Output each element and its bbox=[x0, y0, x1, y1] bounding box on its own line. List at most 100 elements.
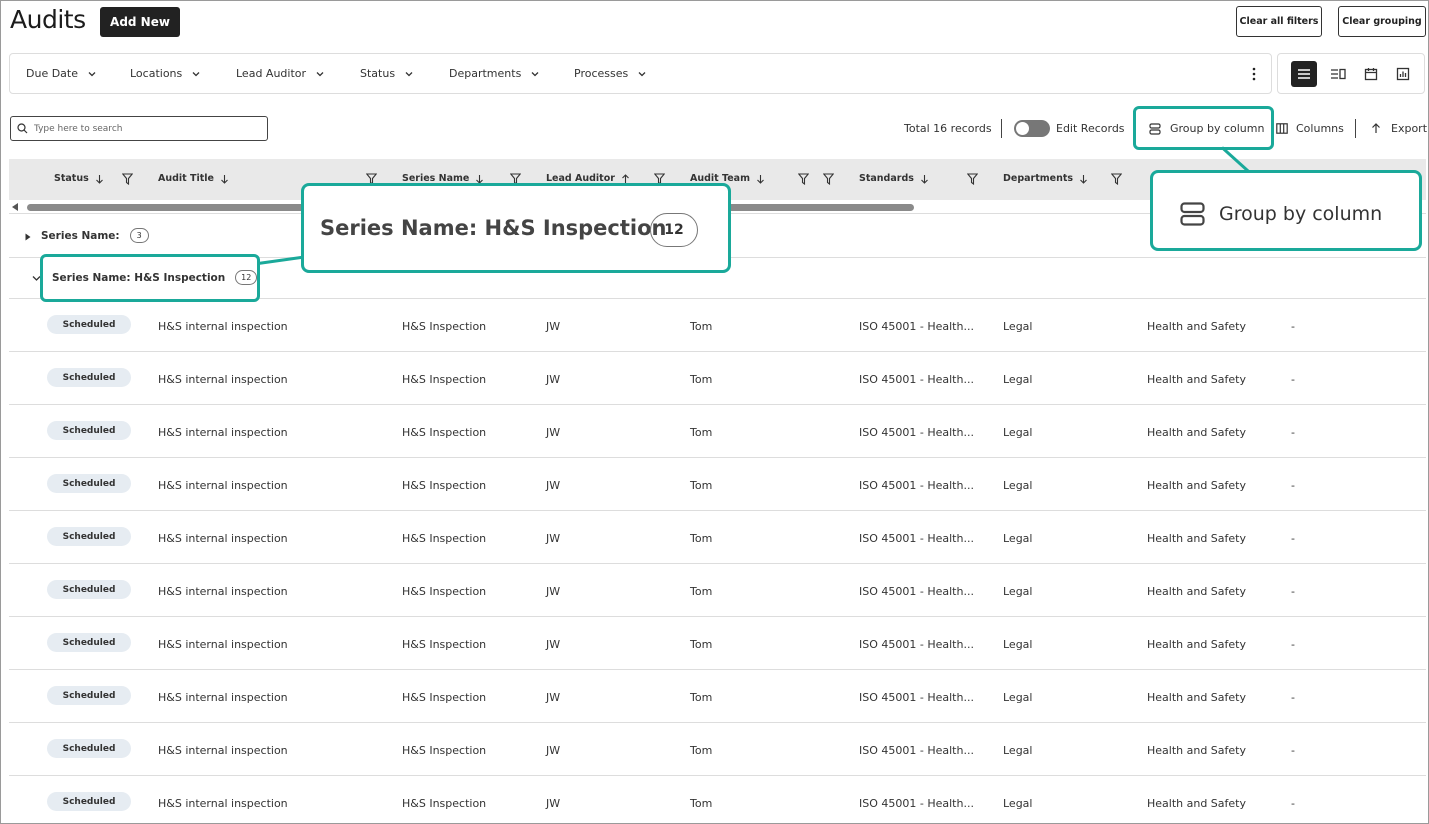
columns-icon[interactable] bbox=[1276, 123, 1288, 134]
status-badge: Scheduled bbox=[47, 686, 131, 705]
group-name: Series Name: H&S Inspection bbox=[52, 271, 226, 284]
table-row[interactable]: Scheduled H&S internal inspection H&S Insp… bbox=[9, 617, 1426, 670]
cell-processes: Health and Safety bbox=[1147, 638, 1246, 651]
cell-series-name: H&S Inspection bbox=[402, 320, 487, 333]
divider bbox=[1001, 119, 1002, 138]
column-header-standards[interactable]: Standards bbox=[859, 173, 929, 184]
list-view-button[interactable] bbox=[1291, 61, 1317, 87]
group-by-column-callout: Group by column bbox=[1150, 170, 1422, 251]
search-icon bbox=[17, 123, 28, 134]
cell-audit-title: H&S internal inspection bbox=[158, 532, 288, 545]
table-row[interactable]: Scheduled H&S internal inspection H&S Insp… bbox=[9, 405, 1426, 458]
report-view-button[interactable] bbox=[1390, 61, 1416, 87]
cell-processes: Health and Safety bbox=[1147, 532, 1246, 545]
table-row[interactable]: Scheduled H&S internal inspection H&S Insp… bbox=[9, 352, 1426, 405]
toggle-knob bbox=[1016, 122, 1029, 135]
cell-departments: Legal bbox=[1003, 479, 1033, 492]
filter-status[interactable]: Status bbox=[360, 67, 414, 80]
columns-button[interactable]: Columns bbox=[1296, 122, 1344, 135]
filter-icon[interactable] bbox=[823, 173, 834, 185]
cell-standards: ISO 45001 - Health... bbox=[859, 638, 974, 651]
filter-icon[interactable] bbox=[798, 173, 809, 185]
cell-departments: Legal bbox=[1003, 373, 1033, 386]
page-title: Audits bbox=[10, 5, 86, 34]
filter-due-date[interactable]: Due Date bbox=[26, 67, 97, 80]
filter-label: Lead Auditor bbox=[236, 67, 307, 80]
clear-grouping-button[interactable]: Clear grouping bbox=[1338, 6, 1426, 37]
status-badge: Scheduled bbox=[47, 315, 131, 334]
cell-lead-auditor: JW bbox=[546, 532, 561, 545]
table-row[interactable]: Scheduled H&S internal inspection H&S Insp… bbox=[9, 458, 1426, 511]
filter-icon[interactable] bbox=[122, 173, 133, 185]
export-button[interactable]: Export bbox=[1391, 122, 1427, 135]
cell-standards: ISO 45001 - Health... bbox=[859, 373, 974, 386]
cell-processes: Health and Safety bbox=[1147, 691, 1246, 704]
group-by-column-button[interactable]: Group by column bbox=[1133, 106, 1274, 150]
column-header-audit-title[interactable]: Audit Title bbox=[158, 173, 229, 184]
table-row[interactable]: Scheduled H&S internal inspection H&S Insp… bbox=[9, 723, 1426, 776]
callout-group-name: Series Name: H&S Inspection bbox=[320, 216, 667, 240]
group-count-badge: 12 bbox=[235, 270, 258, 285]
filter-icon[interactable] bbox=[1111, 173, 1122, 185]
cell-audit-title: H&S internal inspection bbox=[158, 797, 288, 810]
cell-extra: - bbox=[1291, 691, 1295, 704]
table-row[interactable]: Scheduled H&S internal inspection H&S Insp… bbox=[9, 670, 1426, 723]
cell-processes: Health and Safety bbox=[1147, 585, 1246, 598]
table-row[interactable]: Scheduled H&S internal inspection H&S Insp… bbox=[9, 564, 1426, 617]
sort-down-icon bbox=[1080, 174, 1087, 184]
cell-standards: ISO 45001 - Health... bbox=[859, 532, 974, 545]
column-header-departments[interactable]: Departments bbox=[1003, 173, 1088, 184]
search-input[interactable] bbox=[34, 123, 254, 134]
cell-series-name: H&S Inspection bbox=[402, 532, 487, 545]
filter-icon[interactable] bbox=[967, 173, 978, 185]
cell-audit-team: Tom bbox=[690, 479, 713, 492]
filter-processes[interactable]: Processes bbox=[574, 67, 647, 80]
add-new-button[interactable]: Add New bbox=[100, 7, 180, 37]
cell-extra: - bbox=[1291, 532, 1295, 545]
sort-down-icon bbox=[95, 174, 103, 184]
status-badge: Scheduled bbox=[47, 421, 131, 440]
edit-records-toggle[interactable] bbox=[1014, 120, 1050, 137]
more-options-icon[interactable] bbox=[1251, 66, 1257, 82]
cell-processes: Health and Safety bbox=[1147, 744, 1246, 757]
cell-extra: - bbox=[1291, 479, 1295, 492]
calendar-view-button[interactable] bbox=[1358, 61, 1384, 87]
cell-extra: - bbox=[1291, 320, 1295, 333]
cell-extra: - bbox=[1291, 585, 1295, 598]
filter-departments[interactable]: Departments bbox=[449, 67, 540, 80]
table-row[interactable]: Scheduled H&S internal inspection H&S Insp… bbox=[9, 299, 1426, 352]
filter-locations[interactable]: Locations bbox=[130, 67, 201, 80]
filter-lead-auditor[interactable]: Lead Auditor bbox=[236, 67, 325, 80]
table-row[interactable]: Scheduled H&S internal inspection H&S Insp… bbox=[9, 511, 1426, 564]
clear-all-filters-button[interactable]: Clear all filters bbox=[1236, 6, 1322, 37]
cell-departments: Legal bbox=[1003, 638, 1033, 651]
column-header-status[interactable]: Status bbox=[54, 173, 104, 184]
search-box bbox=[10, 116, 268, 141]
scroll-left-arrow-icon[interactable] bbox=[12, 203, 18, 211]
cell-standards: ISO 45001 - Health... bbox=[859, 320, 974, 333]
status-badge: Scheduled bbox=[47, 527, 131, 546]
cell-audit-team: Tom bbox=[690, 426, 713, 439]
total-records: Total 16 records bbox=[904, 122, 992, 135]
status-badge: Scheduled bbox=[47, 633, 131, 652]
board-icon bbox=[1331, 68, 1346, 80]
cell-audit-title: H&S internal inspection bbox=[158, 373, 288, 386]
cell-extra: - bbox=[1291, 638, 1295, 651]
export-arrow-icon[interactable] bbox=[1371, 123, 1381, 134]
cell-processes: Health and Safety bbox=[1147, 426, 1246, 439]
cell-extra: - bbox=[1291, 797, 1295, 810]
group-label: Series Name: 3 bbox=[41, 228, 149, 243]
group-name: Series Name: bbox=[41, 229, 120, 242]
cell-standards: ISO 45001 - Health... bbox=[859, 691, 974, 704]
chevron-down-icon bbox=[531, 71, 539, 76]
filter-label: Processes bbox=[574, 67, 629, 80]
board-view-button[interactable] bbox=[1325, 61, 1351, 87]
cell-audit-title: H&S internal inspection bbox=[158, 638, 288, 651]
cell-lead-auditor: JW bbox=[546, 585, 561, 598]
cell-audit-title: H&S internal inspection bbox=[158, 585, 288, 598]
cell-departments: Legal bbox=[1003, 797, 1033, 810]
sort-down-icon bbox=[921, 174, 928, 184]
caret-right-icon[interactable] bbox=[25, 233, 31, 241]
table-row[interactable]: Scheduled H&S internal inspection H&S Insp… bbox=[9, 776, 1426, 824]
cell-audit-team: Tom bbox=[690, 638, 713, 651]
